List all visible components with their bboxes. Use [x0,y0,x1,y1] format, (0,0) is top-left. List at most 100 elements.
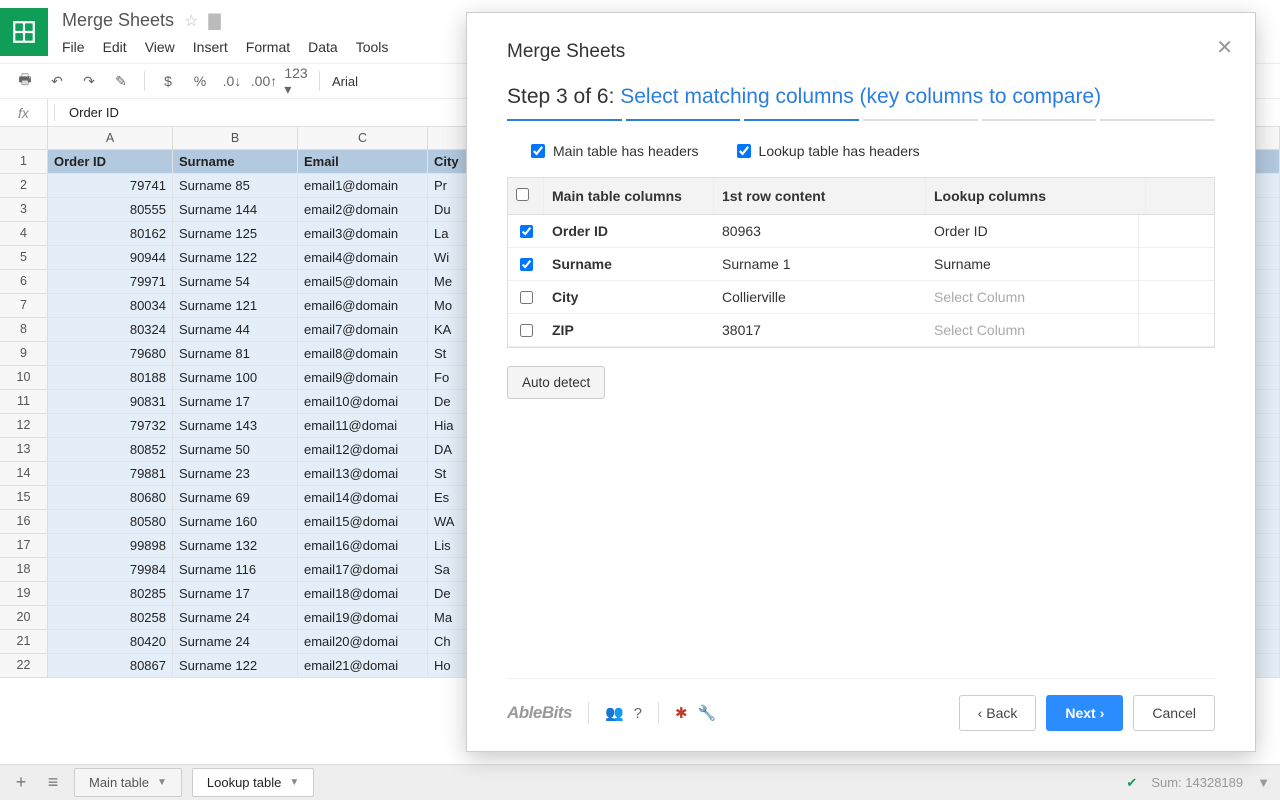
menu-edit[interactable]: Edit [103,39,127,55]
row-header[interactable]: 12 [0,414,48,438]
cell[interactable]: 80680 [48,486,173,510]
cell[interactable]: Surname 121 [173,294,298,318]
cell[interactable]: 80258 [48,606,173,630]
cell[interactable]: Surname 81 [173,342,298,366]
cell[interactable]: Surname 125 [173,222,298,246]
row-header[interactable]: 1 [0,150,48,174]
cell[interactable]: email21@domai [298,654,428,678]
row-header[interactable]: 22 [0,654,48,678]
cell[interactable]: Surname 143 [173,414,298,438]
lookup-column-select[interactable]: Order ID [926,215,1138,247]
cell[interactable]: 79680 [48,342,173,366]
cell[interactable]: Surname 50 [173,438,298,462]
cell[interactable]: 80188 [48,366,173,390]
row-header[interactable]: 16 [0,510,48,534]
cell[interactable]: email14@domai [298,486,428,510]
menu-data[interactable]: Data [308,39,338,55]
cell[interactable]: Surname 100 [173,366,298,390]
percent-icon[interactable]: % [189,70,211,92]
cell[interactable]: email11@domai [298,414,428,438]
menu-insert[interactable]: Insert [193,39,228,55]
cell[interactable]: 80162 [48,222,173,246]
cell[interactable]: Surname 116 [173,558,298,582]
cell[interactable]: Surname 54 [173,270,298,294]
row-checkbox[interactable] [520,225,533,238]
cell[interactable]: email17@domai [298,558,428,582]
cell[interactable]: email7@domain [298,318,428,342]
row-header[interactable]: 21 [0,630,48,654]
cell[interactable]: 79984 [48,558,173,582]
col-header[interactable] [0,127,48,149]
dec-decrease-icon[interactable]: .0↓ [221,70,243,92]
formula-bar[interactable]: Order ID [61,105,119,120]
print-icon[interactable]: 🖶 [14,70,36,92]
cell[interactable]: Surname 44 [173,318,298,342]
back-button[interactable]: ‹Back [959,695,1037,731]
cell[interactable]: Surname 122 [173,654,298,678]
cell[interactable]: email12@domai [298,438,428,462]
menu-tools[interactable]: Tools [356,39,389,55]
wrench-icon[interactable]: 🔧 [698,704,717,722]
sheet-tab-main[interactable]: Main table▼ [74,768,182,797]
header-cell[interactable]: Surname [173,150,298,174]
sheet-menu-icon[interactable]: ≡ [42,772,64,793]
auto-detect-button[interactable]: Auto detect [507,366,605,399]
cell[interactable]: email19@domai [298,606,428,630]
currency-icon[interactable]: $ [157,70,179,92]
cell[interactable]: email15@domai [298,510,428,534]
cell[interactable]: Surname 24 [173,606,298,630]
row-header[interactable]: 13 [0,438,48,462]
cell[interactable]: email8@domain [298,342,428,366]
select-all-checkbox[interactable] [516,188,529,201]
row-header[interactable]: 20 [0,606,48,630]
cell[interactable]: Surname 132 [173,534,298,558]
menu-format[interactable]: Format [246,39,290,55]
row-header[interactable]: 19 [0,582,48,606]
cell[interactable]: 80555 [48,198,173,222]
cell[interactable]: email16@domai [298,534,428,558]
row-header[interactable]: 8 [0,318,48,342]
lookup-has-headers-checkbox[interactable]: Lookup table has headers [737,143,920,159]
number-format-icon[interactable]: 123 ▾ [285,70,307,92]
cell[interactable]: 80324 [48,318,173,342]
cell[interactable]: email3@domain [298,222,428,246]
chevron-down-icon[interactable]: ▼ [157,777,167,788]
sheet-tab-lookup[interactable]: Lookup table▼ [192,768,314,797]
row-header[interactable]: 3 [0,198,48,222]
cell[interactable]: Surname 23 [173,462,298,486]
lookup-column-select[interactable]: Select Column [926,281,1138,313]
main-has-headers-checkbox[interactable]: Main table has headers [531,143,699,159]
cell[interactable]: email18@domai [298,582,428,606]
cell[interactable]: email10@domai [298,390,428,414]
help-icon[interactable]: ? [634,705,642,722]
status-sum[interactable]: Sum: 14328189 [1151,775,1243,790]
cell[interactable]: 99898 [48,534,173,558]
cell[interactable]: email20@domai [298,630,428,654]
row-header[interactable]: 10 [0,366,48,390]
cell[interactable]: Surname 69 [173,486,298,510]
chevron-down-icon[interactable]: ▼ [1257,775,1270,790]
cell[interactable]: email1@domain [298,174,428,198]
row-header[interactable]: 14 [0,462,48,486]
row-header[interactable]: 15 [0,486,48,510]
folder-icon[interactable]: ▇ [208,11,220,31]
row-header[interactable]: 18 [0,558,48,582]
cell[interactable]: email4@domain [298,246,428,270]
cell[interactable]: 80580 [48,510,173,534]
menu-file[interactable]: File [62,39,85,55]
star-icon[interactable]: ☆ [184,11,198,31]
header-cell[interactable]: Email [298,150,428,174]
lookup-column-select[interactable]: Surname [926,248,1138,280]
cell[interactable]: 79881 [48,462,173,486]
cell[interactable]: 90831 [48,390,173,414]
row-header[interactable]: 9 [0,342,48,366]
row-header[interactable]: 7 [0,294,48,318]
cell[interactable]: 80420 [48,630,173,654]
row-checkbox[interactable] [520,291,533,304]
cell[interactable]: email6@domain [298,294,428,318]
cell[interactable]: 90944 [48,246,173,270]
cancel-button[interactable]: Cancel [1133,695,1215,731]
row-checkbox[interactable] [520,258,533,271]
lookup-column-select[interactable]: Select Column [926,314,1138,346]
cell[interactable]: 79971 [48,270,173,294]
